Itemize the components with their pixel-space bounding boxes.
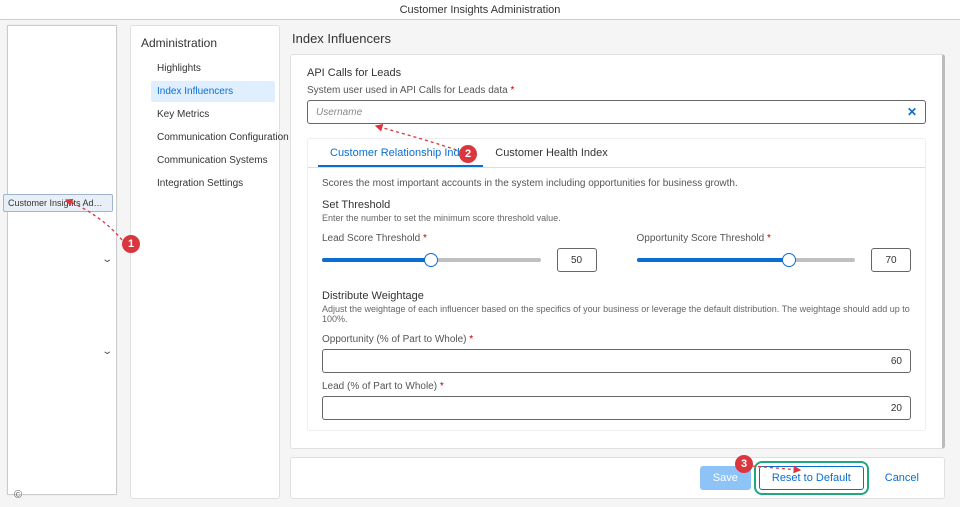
main-container: Administration Highlights Index Influenc… — [130, 25, 945, 499]
annotation-callout-2: 2 — [459, 145, 477, 163]
opportunity-pct-label: Opportunity (% of Part to Whole) — [322, 334, 911, 345]
chevron-down-icon[interactable]: ⌄ — [101, 254, 113, 265]
lead-pct-label: Lead (% of Part to Whole) — [322, 381, 911, 392]
annotation-callout-3: 3 — [735, 455, 753, 473]
set-threshold-heading: Set Threshold — [322, 199, 911, 211]
footer-bar: Save Reset to Default Cancel — [290, 457, 945, 499]
reset-to-default-button[interactable]: Reset to Default — [759, 466, 864, 490]
distribute-weightage-desc: Adjust the weightage of each influencer … — [322, 304, 911, 324]
opportunity-pct-input[interactable]: 60 — [322, 349, 911, 373]
sidebar-title: Administration — [141, 36, 275, 50]
content-body: API Calls for Leads System user used in … — [290, 54, 945, 449]
system-user-input[interactable]: Username ✕ — [307, 100, 926, 124]
api-section-heading: API Calls for Leads — [307, 67, 926, 79]
lead-threshold-label: Lead Score Threshold — [322, 233, 597, 244]
chevron-down-icon[interactable]: ⌄ — [101, 346, 113, 357]
sidebar-item-highlights[interactable]: Highlights — [151, 58, 275, 79]
lead-pct-input[interactable]: 20 — [322, 396, 911, 420]
sidebar-item-communication-configuration[interactable]: Communication Configuration — [151, 127, 275, 148]
left-panel: Customer Insights Admi... ⌄ ⌄ — [7, 25, 117, 495]
distribute-weightage-heading: Distribute Weightage — [322, 290, 911, 302]
tabs-bar: Customer Relationship Index Customer Hea… — [308, 139, 925, 168]
sidebar-item-communication-systems[interactable]: Communication Systems — [151, 150, 275, 171]
sidebar-item-integration-settings[interactable]: Integration Settings — [151, 173, 275, 194]
app-title-bar: Customer Insights Administration — [0, 0, 960, 20]
opportunity-threshold-value[interactable]: 70 — [871, 248, 911, 272]
opportunity-threshold-slider[interactable] — [637, 253, 856, 267]
content-area: Index Influencers API Calls for Leads Sy… — [290, 25, 945, 499]
lead-threshold-value[interactable]: 50 — [557, 248, 597, 272]
index-tabs-card: Customer Relationship Index Customer Hea… — [307, 138, 926, 431]
lead-threshold-slider[interactable] — [322, 253, 541, 267]
cri-description: Scores the most important accounts in th… — [322, 178, 911, 189]
sidebar-item-index-influencers[interactable]: Index Influencers — [151, 81, 275, 102]
set-threshold-desc: Enter the number to set the minimum scor… — [322, 213, 911, 223]
tab-customer-health-index[interactable]: Customer Health Index — [483, 139, 620, 167]
sidebar-nav: Administration Highlights Index Influenc… — [130, 25, 280, 499]
system-user-label: System user used in API Calls for Leads … — [307, 85, 926, 96]
left-panel-badge[interactable]: Customer Insights Admi... — [3, 194, 113, 212]
clear-icon[interactable]: ✕ — [907, 105, 917, 119]
system-user-placeholder: Username — [316, 107, 362, 118]
cancel-button[interactable]: Cancel — [872, 466, 932, 490]
app-title: Customer Insights Administration — [400, 4, 561, 16]
opportunity-threshold-label: Opportunity Score Threshold — [637, 233, 912, 244]
page-title: Index Influencers — [290, 25, 945, 54]
annotation-callout-1: 1 — [122, 235, 140, 253]
copyright-icon: © — [14, 489, 22, 501]
sidebar-item-key-metrics[interactable]: Key Metrics — [151, 104, 275, 125]
